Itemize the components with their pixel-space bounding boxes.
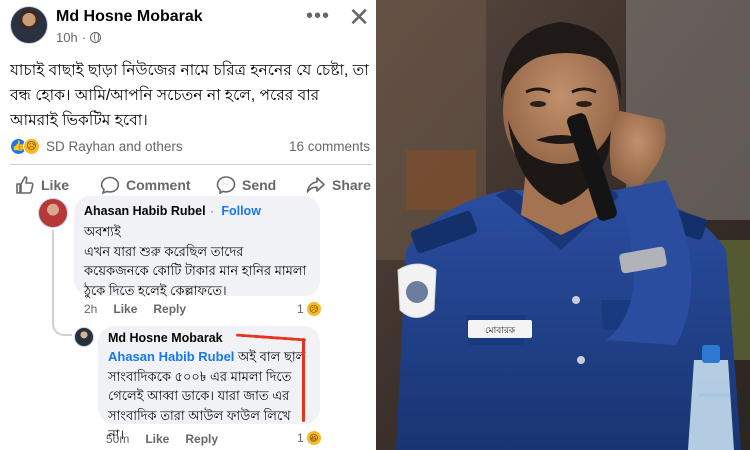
comment-reactions[interactable]: 1 😥 [297,302,321,316]
comment-reaction-count: 1 [297,302,304,316]
bottle-cap [702,345,720,363]
author-avatar[interactable] [10,6,48,44]
background-chair [406,150,476,210]
globe-icon [90,32,102,43]
post-author-name[interactable]: Md Hosne Mobarak [56,8,203,26]
comment-icon [100,176,120,194]
like-label: Like [41,177,70,193]
share-arrow-icon [306,177,325,193]
close-icon[interactable]: ✕ [348,4,370,30]
reply-time[interactable]: 50m [106,432,129,446]
reactions-bar[interactable]: 👍 😥 SD Rayhan and others 16 comments [10,138,370,156]
reaction-names[interactable]: SD Rayhan and others [46,139,183,154]
comment-button[interactable]: Comment [100,176,191,194]
comment-header: Ahasan Habib Rubel · Follow [84,202,310,220]
replier-avatar[interactable] [74,327,94,347]
reply-text-block: Ahasan Habib Rubel অই বাল ছাল সাংবাদিককে… [108,347,310,445]
badge-emblem [406,281,428,303]
photo-illustration: মোবারক [376,0,750,450]
facebook-post: Md Hosne Mobarak 10h · ••• ✕ যাচাই বাছাই… [0,0,376,450]
like-button[interactable]: Like [15,176,69,194]
shirt-button [577,356,585,364]
reply-mention[interactable]: Ahasan Habib Rubel [108,349,234,364]
water-bottle [688,360,734,450]
dot-separator: · [81,30,87,45]
right-eye [576,101,592,107]
reply-reply-link[interactable]: Reply [185,432,218,446]
more-options-icon[interactable]: ••• [306,6,330,26]
send-button[interactable]: Send [216,176,276,194]
post-meta: 10h · [56,30,102,45]
comment-author[interactable]: Ahasan Habib Rubel [84,204,206,218]
comment-meta: 2h Like Reply [84,302,186,316]
share-button[interactable]: Share [306,176,371,194]
share-label: Share [332,177,371,193]
sad-icon: 😥 [306,302,321,316]
comment-bubble: Ahasan Habib Rubel · Follow অবশ্যই এখন য… [74,196,320,298]
comment-time[interactable]: 2h [84,302,97,316]
reply-like-link[interactable]: Like [145,432,169,446]
separator-dot: · [210,204,218,218]
commenter-avatar[interactable] [38,198,68,228]
comments-count[interactable]: 16 comments [289,139,370,154]
reaction-icons: 👍 😥 [10,138,40,155]
red-marker-right [302,338,305,422]
thumbs-up-icon [16,176,34,194]
reply-reactions[interactable]: 1 😆 [297,431,321,445]
follow-link[interactable]: Follow [221,204,261,218]
comment-text: অবশ্যই এখন যারা শুরু করেছিল তাদের কয়েকজ… [84,224,307,298]
name-tag-text: মোবারক [485,326,516,336]
officer-photo: মোবারক [376,0,750,450]
send-label: Send [242,177,277,193]
shirt-button [572,296,580,304]
left-eye [530,101,546,107]
divider [10,164,372,165]
reply-reaction-count: 1 [297,431,304,445]
reply-thread-line [52,230,72,336]
post-time[interactable]: 10h [56,30,78,45]
reply-bubble: Md Hosne Mobarak Ahasan Habib Rubel অই ব… [98,326,320,442]
comment-label: Comment [126,177,191,193]
reply-meta: 50m Like Reply [106,432,218,446]
sad-icon: 😥 [23,138,40,155]
comment-reply-link[interactable]: Reply [153,302,186,316]
post-text: যাচাই বাছাই ছাড়া নিউজের নামে চরিত্র হনন… [10,62,369,129]
messenger-icon [216,176,236,194]
comment-like-link[interactable]: Like [113,302,137,316]
laugh-icon: 😆 [306,431,321,445]
post-header: Md Hosne Mobarak 10h · ••• ✕ [10,4,372,48]
